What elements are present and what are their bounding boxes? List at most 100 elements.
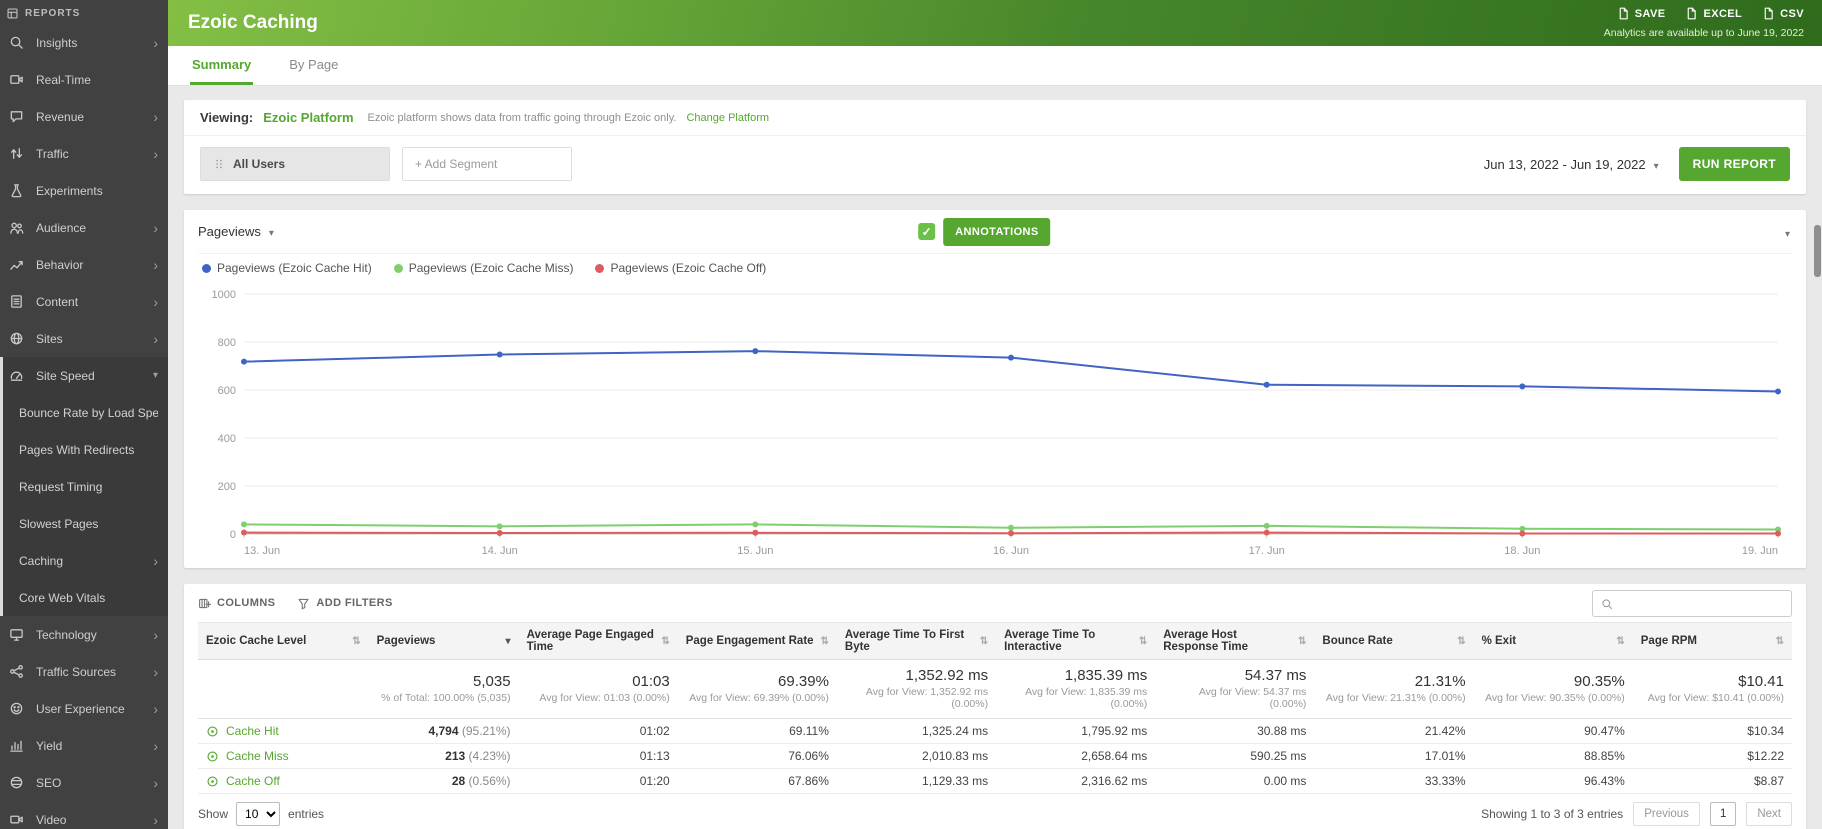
chevron-right-icon xyxy=(153,332,158,346)
show-label: Show xyxy=(198,807,228,821)
next-page-button[interactable]: Next xyxy=(1746,802,1792,826)
csv-button[interactable]: CSV xyxy=(1762,7,1804,20)
add-filters-button[interactable]: ADD FILTERS xyxy=(297,597,392,610)
sidebar-item-pages-with-redirects[interactable]: Pages With Redirects xyxy=(3,431,168,468)
totals-ttfb: 1,352.92 msAvg for View: 1,352.92 ms (0.… xyxy=(837,660,996,719)
excel-button[interactable]: EXCEL xyxy=(1685,7,1742,20)
sidebar-item-user-experience[interactable]: User Experience xyxy=(0,690,168,727)
col-label: Ezoic Cache Level xyxy=(206,635,306,647)
sidebar-item-traffic-sources[interactable]: Traffic Sources xyxy=(0,653,168,690)
chevron-right-icon xyxy=(153,295,158,309)
page-number-button[interactable]: 1 xyxy=(1710,802,1736,826)
sidebar-item-seo[interactable]: SEO xyxy=(0,764,168,801)
sidebar-item-insights[interactable]: Insights xyxy=(0,24,168,61)
col-label: Bounce Rate xyxy=(1322,635,1392,647)
sort-icon xyxy=(1776,636,1784,647)
content: Viewing: Ezoic Platform Ezoic platform s… xyxy=(168,86,1822,829)
svg-text:400: 400 xyxy=(218,433,236,445)
sidebar-item-revenue[interactable]: Revenue xyxy=(0,98,168,135)
col-label: Page Engagement Rate xyxy=(686,635,814,647)
table-header-row: Ezoic Cache Level Pageviews Average Page… xyxy=(198,623,1792,660)
sidebar-item-label: Behavior xyxy=(36,258,153,272)
sidebar-item-realtime[interactable]: Real-Time xyxy=(0,61,168,98)
cache-hit-link[interactable]: Cache Hit xyxy=(206,724,361,738)
metric-dropdown[interactable]: Pageviews xyxy=(198,224,274,239)
cell-host-response: 30.88 ms xyxy=(1155,719,1314,744)
scrollbar-thumb[interactable] xyxy=(1814,225,1821,277)
col-header-avg-page-engaged-time[interactable]: Average Page Engaged Time xyxy=(519,623,678,660)
save-label: SAVE xyxy=(1635,8,1666,20)
monitor-icon xyxy=(9,627,24,642)
svg-text:14. Jun: 14. Jun xyxy=(482,545,518,557)
save-button[interactable]: SAVE xyxy=(1617,7,1666,20)
col-header-avg-host-response-time[interactable]: Average Host Response Time xyxy=(1155,623,1314,660)
col-header-avg-time-to-first-byte[interactable]: Average Time To First Byte xyxy=(837,623,996,660)
cache-miss-link[interactable]: Cache Miss xyxy=(206,749,361,763)
col-header-ezoic-cache-level[interactable]: Ezoic Cache Level xyxy=(198,623,369,660)
collapse-chart-icon[interactable] xyxy=(1785,224,1790,242)
sidebar-item-core-web-vitals[interactable]: Core Web Vitals xyxy=(3,579,168,616)
sidebar-item-traffic[interactable]: Traffic xyxy=(0,135,168,172)
columns-button[interactable]: COLUMNS xyxy=(198,597,275,610)
totals-engagement-rate: 69.39%Avg for View: 69.39% (0.00%) xyxy=(678,660,837,719)
legend-dot-red xyxy=(595,264,604,273)
legend-dot-blue xyxy=(202,264,211,273)
sidebar-group-site-speed: Site Speed Bounce Rate by Load Speed Pag… xyxy=(0,357,168,616)
entries-select[interactable]: 10 xyxy=(236,802,280,826)
sort-icon xyxy=(661,636,669,647)
behavior-icon xyxy=(9,257,24,272)
sidebar-item-sites[interactable]: Sites xyxy=(0,320,168,357)
legend-item-cache-off[interactable]: Pageviews (Ezoic Cache Off) xyxy=(595,261,766,275)
sort-icon xyxy=(352,636,360,647)
sidebar-item-yield[interactable]: Yield xyxy=(0,727,168,764)
tab-summary[interactable]: Summary xyxy=(190,46,253,85)
change-platform-link[interactable]: Change Platform xyxy=(686,112,769,124)
date-range-picker[interactable]: Jun 13, 2022 - Jun 19, 2022 xyxy=(1476,151,1667,178)
sidebar-item-technology[interactable]: Technology xyxy=(0,616,168,653)
col-header-page-engagement-rate[interactable]: Page Engagement Rate xyxy=(678,623,837,660)
chevron-right-icon xyxy=(153,221,158,235)
annotations-button[interactable]: ANNOTATIONS xyxy=(943,218,1050,246)
svg-text:18. Jun: 18. Jun xyxy=(1504,545,1540,557)
sidebar-item-content[interactable]: Content xyxy=(0,283,168,320)
cache-level-label: Cache Miss xyxy=(226,749,289,763)
col-header-page-rpm[interactable]: Page RPM xyxy=(1633,623,1792,660)
previous-page-button[interactable]: Previous xyxy=(1633,802,1700,826)
sidebar-item-request-timing[interactable]: Request Timing xyxy=(3,468,168,505)
sidebar-item-bounce-rate-by-load-speed[interactable]: Bounce Rate by Load Speed xyxy=(3,394,168,431)
traffic-icon xyxy=(9,146,24,161)
sidebar-item-label: Revenue xyxy=(36,110,153,124)
sidebar-item-experiments[interactable]: Experiments xyxy=(0,172,168,209)
sidebar-item-audience[interactable]: Audience xyxy=(0,209,168,246)
add-filters-label: ADD FILTERS xyxy=(316,597,392,609)
col-header-exit[interactable]: % Exit xyxy=(1474,623,1633,660)
sidebar-item-video[interactable]: Video xyxy=(0,801,168,829)
chevron-right-icon xyxy=(153,702,158,716)
annotations-checkbox[interactable] xyxy=(918,223,935,240)
sidebar-item-label: Audience xyxy=(36,221,153,235)
table-search-input[interactable] xyxy=(1619,596,1783,610)
cell-engagement-rate: 69.11% xyxy=(678,719,837,744)
sidebar-item-label: Technology xyxy=(36,628,153,642)
sidebar-item-behavior[interactable]: Behavior xyxy=(0,246,168,283)
svg-text:19. Jun: 19. Jun xyxy=(1742,545,1778,557)
legend-item-cache-hit[interactable]: Pageviews (Ezoic Cache Hit) xyxy=(202,261,372,275)
col-header-bounce-rate[interactable]: Bounce Rate xyxy=(1314,623,1473,660)
sidebar-item-site-speed[interactable]: Site Speed xyxy=(3,357,168,394)
sidebar-subitem-label: Bounce Rate by Load Speed xyxy=(19,406,158,420)
legend-item-cache-miss[interactable]: Pageviews (Ezoic Cache Miss) xyxy=(394,261,574,275)
col-header-avg-time-to-interactive[interactable]: Average Time To Interactive xyxy=(996,623,1155,660)
sort-icon xyxy=(980,636,988,647)
tab-by-page[interactable]: By Page xyxy=(287,46,340,85)
run-report-button[interactable]: RUN REPORT xyxy=(1679,147,1790,181)
all-users-segment-chip[interactable]: All Users xyxy=(200,147,390,181)
cell-rpm: $10.34 xyxy=(1633,719,1792,744)
col-label: Average Time To First Byte xyxy=(845,629,976,653)
sidebar-item-slowest-pages[interactable]: Slowest Pages xyxy=(3,505,168,542)
add-segment-button[interactable]: + Add Segment xyxy=(402,147,572,181)
sidebar-item-caching[interactable]: Caching xyxy=(3,542,168,579)
col-header-pageviews[interactable]: Pageviews xyxy=(369,623,519,660)
sidebar-item-label: Sites xyxy=(36,332,153,346)
cache-off-link[interactable]: Cache Off xyxy=(206,774,361,788)
entries-label: entries xyxy=(288,807,324,821)
